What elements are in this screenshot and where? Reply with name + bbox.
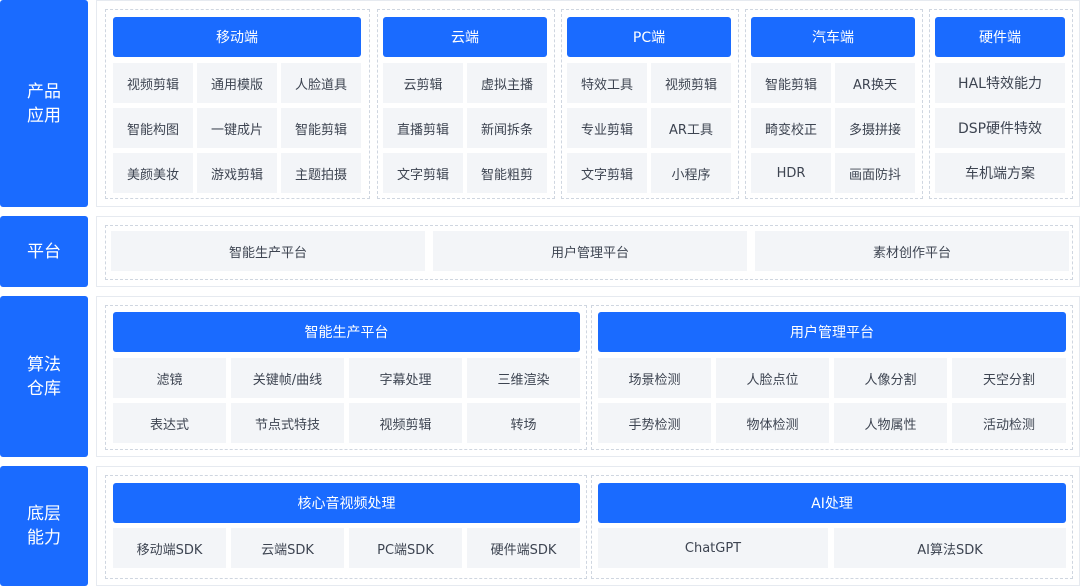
- algo-item: 活动检测: [952, 403, 1066, 443]
- app-item: 一键成片: [197, 108, 277, 148]
- algo-item: 视频剪辑: [349, 403, 462, 443]
- group-title-pc: PC端: [567, 17, 731, 57]
- app-item: 多摄拼接: [835, 108, 915, 148]
- app-item: 畸变校正: [751, 108, 831, 148]
- app-item: DSP硬件特效: [935, 108, 1065, 148]
- app-item: 文字剪辑: [567, 153, 647, 193]
- app-item: 视频剪辑: [113, 63, 193, 103]
- algo-item: 天空分割: [952, 358, 1066, 398]
- row-panel-base: 核心音视频处理 移动端SDK 云端SDK PC端SDK 硬件端SDK AI处理 …: [96, 466, 1080, 586]
- app-item: 直播剪辑: [383, 108, 463, 148]
- row-label-product: 产品 应用: [0, 0, 88, 207]
- row-panel-platform: 智能生产平台 用户管理平台 素材创作平台: [96, 216, 1080, 287]
- ai-item: ChatGPT: [598, 528, 828, 568]
- app-item: 虚拟主播: [467, 63, 547, 103]
- group-title-mobile: 移动端: [113, 17, 361, 57]
- ai-item: AI算法SDK: [834, 528, 1066, 568]
- sdk-item: 云端SDK: [231, 528, 344, 568]
- app-item: 文字剪辑: [383, 153, 463, 193]
- group-title-car: 汽车端: [751, 17, 915, 57]
- app-item: 视频剪辑: [651, 63, 731, 103]
- algo-item: 节点式特技: [231, 403, 344, 443]
- row-panel-product: 移动端 视频剪辑 通用模版 人脸道具 智能构图 一键成片 智能剪辑 美颜美妆 游…: [96, 0, 1080, 207]
- platform-item: 素材创作平台: [755, 231, 1069, 271]
- app-item: 智能构图: [113, 108, 193, 148]
- app-item: 云剪辑: [383, 63, 463, 103]
- app-item: 主题拍摄: [281, 153, 361, 193]
- app-item: 特效工具: [567, 63, 647, 103]
- app-item: 新闻拆条: [467, 108, 547, 148]
- app-item: 美颜美妆: [113, 153, 193, 193]
- app-item: 通用模版: [197, 63, 277, 103]
- app-item: 智能剪辑: [281, 108, 361, 148]
- algo-item: 场景检测: [598, 358, 711, 398]
- algo-group-title-production: 智能生产平台: [113, 312, 580, 352]
- algo-item: 转场: [467, 403, 580, 443]
- algo-item: 字幕处理: [349, 358, 462, 398]
- algo-item: 人像分割: [834, 358, 947, 398]
- algo-item: 表达式: [113, 403, 226, 443]
- app-item: 车机端方案: [935, 153, 1065, 193]
- algo-item: 三维渲染: [467, 358, 580, 398]
- row-panel-algorithm: 智能生产平台 滤镜 关键帧/曲线 字幕处理 三维渲染 表达式 节点式特技 视频剪…: [96, 296, 1080, 457]
- algo-item: 物体检测: [716, 403, 829, 443]
- app-item: HDR: [751, 153, 831, 193]
- group-title-hardware: 硬件端: [935, 17, 1065, 57]
- base-group-title-ai: AI处理: [598, 483, 1066, 523]
- base-group-title-av: 核心音视频处理: [113, 483, 580, 523]
- group-title-cloud: 云端: [383, 17, 547, 57]
- row-label-algorithm: 算法 仓库: [0, 296, 88, 457]
- app-item: 智能粗剪: [467, 153, 547, 193]
- sdk-item: PC端SDK: [349, 528, 462, 568]
- app-item: AR工具: [651, 108, 731, 148]
- sdk-item: 移动端SDK: [113, 528, 226, 568]
- app-item: HAL特效能力: [935, 63, 1065, 103]
- app-item: 人脸道具: [281, 63, 361, 103]
- algo-group-title-user: 用户管理平台: [598, 312, 1066, 352]
- app-item: 游戏剪辑: [197, 153, 277, 193]
- app-item: 专业剪辑: [567, 108, 647, 148]
- row-label-platform: 平台: [0, 216, 88, 287]
- row-label-base: 底层 能力: [0, 466, 88, 586]
- algo-item: 滤镜: [113, 358, 226, 398]
- app-item: 画面防抖: [835, 153, 915, 193]
- platform-item: 智能生产平台: [111, 231, 425, 271]
- algo-item: 手势检测: [598, 403, 711, 443]
- sdk-item: 硬件端SDK: [467, 528, 580, 568]
- app-item: 小程序: [651, 153, 731, 193]
- app-item: 智能剪辑: [751, 63, 831, 103]
- algo-item: 人物属性: [834, 403, 947, 443]
- platform-item: 用户管理平台: [433, 231, 747, 271]
- app-item: AR换天: [835, 63, 915, 103]
- algo-item: 关键帧/曲线: [231, 358, 344, 398]
- algo-item: 人脸点位: [716, 358, 829, 398]
